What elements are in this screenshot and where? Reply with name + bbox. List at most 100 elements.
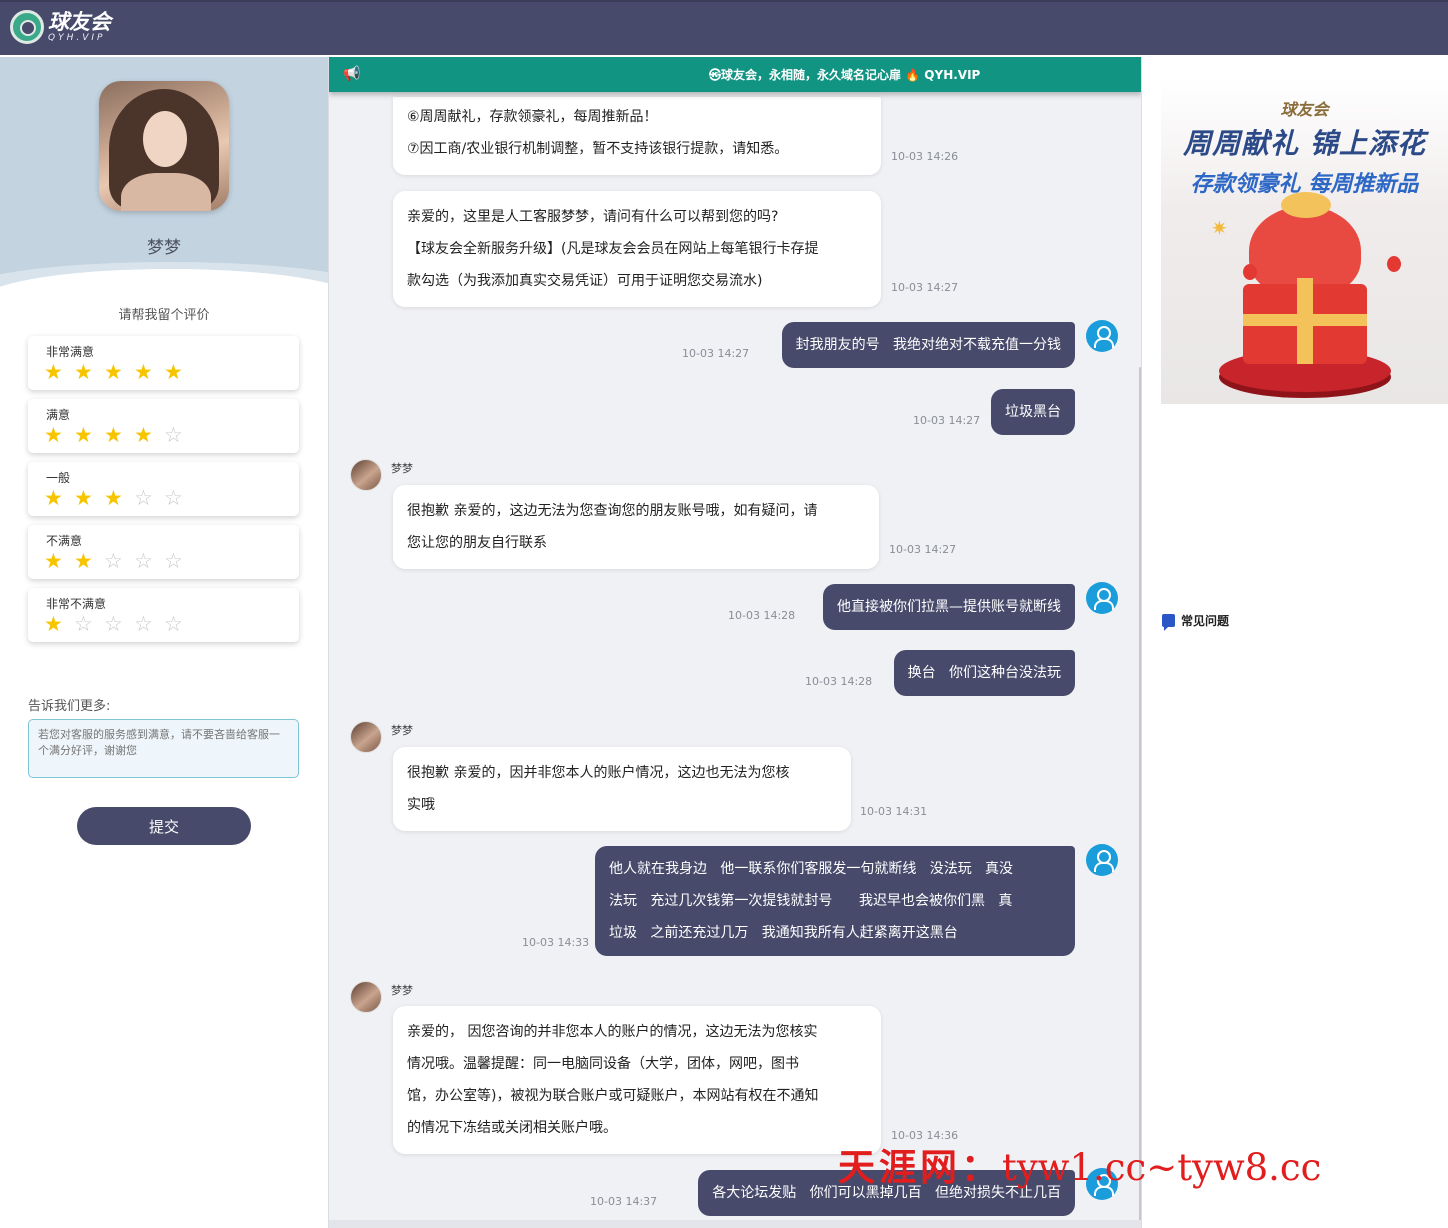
firework-icon: ✷ bbox=[1211, 216, 1228, 240]
faq-link[interactable]: 常见问题 bbox=[1162, 612, 1229, 631]
agent-name: 梦梦 bbox=[147, 238, 181, 258]
agent-message: 亲爱的， 因您咨询的并非您本人的账户的情况，这边无法为您核实 情况哦。温馨提醒：同… bbox=[393, 1006, 881, 1154]
lantern-icon bbox=[1387, 256, 1401, 272]
user-message: 他人就在我身边 他一联系你们客服发一句就断线 没法玩 真没 法玩 充过几次钱第一… bbox=[595, 846, 1075, 956]
agent-message: 亲爱的，这里是人工客服梦梦，请问有什么可以帮到您的吗? 【球友会全新服务升级】(凡… bbox=[393, 191, 881, 307]
star-filled-icon: ★ bbox=[44, 486, 63, 510]
rating-option-label: 满意 bbox=[46, 408, 71, 422]
star-row: ★ ★ ★ ★ ★ bbox=[44, 361, 194, 383]
chat-scrollbar[interactable] bbox=[1139, 367, 1141, 1227]
star-filled-icon: ★ bbox=[74, 549, 93, 573]
star-filled-icon: ★ bbox=[74, 486, 93, 510]
user-avatar-icon bbox=[1086, 582, 1118, 614]
promo-banner[interactable]: 球友会 周周献礼 锦上添花 存款领豪礼 每周推新品 ✷ bbox=[1161, 78, 1448, 404]
message-line: 很抱歉 亲爱的，因并非您本人的账户情况，这边也无法为您核 bbox=[407, 765, 790, 781]
message-line: 亲爱的， 因您咨询的并非您本人的账户的情况，这边无法为您核实 bbox=[407, 1024, 818, 1040]
rating-option[interactable]: 非常不满意 ★ ☆ ☆ ☆ ☆ bbox=[28, 588, 299, 642]
message-line: 的情况下冻结或关闭相关账户哦。 bbox=[407, 1120, 617, 1136]
message-timestamp: 10-03 14:27 bbox=[891, 281, 959, 294]
rating-option-label: 一般 bbox=[46, 471, 71, 485]
star-filled-icon: ★ bbox=[104, 486, 123, 510]
gift-bow-illustration bbox=[1281, 192, 1331, 218]
star-filled-icon: ★ bbox=[74, 423, 93, 447]
message-timestamp: 10-03 14:33 bbox=[522, 936, 590, 949]
star-row: ★ ★ ★ ☆ ☆ bbox=[44, 487, 194, 509]
top-bar: 球友会 QYH.VIP bbox=[0, 0, 1448, 55]
star-filled-icon: ★ bbox=[104, 360, 123, 384]
logo[interactable]: 球友会 QYH.VIP bbox=[10, 10, 111, 44]
submit-button[interactable]: 提交 bbox=[77, 807, 251, 845]
rating-option-label: 非常不满意 bbox=[46, 597, 107, 611]
user-avatar-icon bbox=[1086, 320, 1118, 352]
star-empty-icon: ☆ bbox=[74, 612, 93, 636]
agent-card: 梦梦 bbox=[0, 57, 328, 297]
star-filled-icon: ★ bbox=[104, 423, 123, 447]
watermark-url: tyw1.cc~tyw8.cc bbox=[1002, 1146, 1322, 1189]
megaphone-icon: 📢 bbox=[343, 66, 361, 82]
star-empty-icon: ☆ bbox=[134, 549, 153, 573]
message-timestamp: 10-03 14:27 bbox=[913, 414, 981, 427]
logo-subtitle: QYH.VIP bbox=[48, 33, 106, 43]
logo-title: 球友会 bbox=[48, 10, 111, 34]
message-line: ⑥周周献礼，存款领豪礼，每周推新品！ bbox=[407, 109, 658, 125]
message-line: ⑦因工商/农业银行机制调整，暂不支持该银行提款，请知悉。 bbox=[407, 141, 789, 157]
star-empty-icon: ☆ bbox=[134, 486, 153, 510]
message-timestamp: 10-03 14:27 bbox=[682, 347, 750, 360]
star-empty-icon: ☆ bbox=[164, 486, 183, 510]
feedback-textarea[interactable] bbox=[28, 719, 299, 778]
user-message: 换台 你们这种台没法玩 bbox=[893, 650, 1075, 696]
agent-message: 很抱歉 亲爱的，因并非您本人的账户情况，这边也无法为您核 实哦 bbox=[393, 747, 851, 831]
rating-title: 请帮我留个评价 bbox=[118, 308, 210, 323]
banner-brand: 球友会 bbox=[1280, 100, 1329, 119]
message-timestamp: 10-03 14:26 bbox=[891, 150, 959, 163]
star-empty-icon: ☆ bbox=[164, 612, 183, 636]
rating-option[interactable]: 非常满意 ★ ★ ★ ★ ★ bbox=[28, 336, 299, 390]
message-line: 情况哦。温馨提醒：同一电脑同设备（大学，团体，网吧，图书 bbox=[407, 1056, 799, 1072]
chat-horizontal-scrollbar[interactable] bbox=[329, 1220, 1141, 1228]
star-filled-icon: ★ bbox=[164, 360, 183, 384]
message-timestamp: 10-03 14:31 bbox=[860, 805, 928, 818]
agent-avatar-small bbox=[350, 981, 382, 1013]
message-timestamp: 10-03 14:28 bbox=[805, 675, 873, 688]
star-filled-icon: ★ bbox=[44, 360, 63, 384]
chat-panel: 📢 ㉿球友会，永相随，永久域名记心扉 🔥 QYH.VIP ⑥周周献礼，存款领豪礼… bbox=[328, 57, 1142, 1228]
star-row: ★ ★ ☆ ☆ ☆ bbox=[44, 550, 194, 572]
agent-avatar bbox=[99, 81, 229, 211]
star-empty-icon: ☆ bbox=[164, 423, 183, 447]
feedback-label: 告诉我们更多: bbox=[28, 699, 111, 714]
agent-sender-name: 梦梦 bbox=[391, 462, 413, 475]
message-timestamp: 10-03 14:28 bbox=[728, 609, 796, 622]
lantern-icon bbox=[1243, 264, 1257, 280]
agent-avatar-small bbox=[350, 459, 382, 491]
message-line: 款勾选（为我添加真实交易凭证）可用于证明您交易流水) bbox=[407, 273, 763, 289]
watermark-cn: 天涯网： bbox=[838, 1145, 1002, 1189]
message-line: 您让您的朋友自行联系 bbox=[407, 535, 547, 551]
rating-option[interactable]: 满意 ★ ★ ★ ★ ☆ bbox=[28, 399, 299, 453]
user-message: 垃圾黑台 bbox=[991, 389, 1075, 435]
star-filled-icon: ★ bbox=[44, 549, 63, 573]
logo-icon bbox=[10, 10, 44, 44]
message-timestamp: 10-03 14:27 bbox=[889, 543, 957, 556]
agent-sender-name: 梦梦 bbox=[391, 724, 413, 737]
watermark: 天涯网：tyw1.cc~tyw8.cc bbox=[838, 1137, 1321, 1191]
rating-option[interactable]: 一般 ★ ★ ★ ☆ ☆ bbox=[28, 462, 299, 516]
star-row: ★ ☆ ☆ ☆ ☆ bbox=[44, 613, 194, 635]
message-line: 【球友会全新服务升级】(凡是球友会会员在网站上每笔银行卡存提 bbox=[407, 241, 819, 257]
agent-message: ⑥周周献礼，存款领豪礼，每周推新品！ ⑦因工商/农业银行机制调整，暂不支持该银行提… bbox=[393, 97, 881, 175]
message-line: 很抱歉 亲爱的，这边无法为您查询您的朋友账号哦，如有疑问，请 bbox=[407, 503, 818, 519]
rating-option[interactable]: 不满意 ★ ★ ☆ ☆ ☆ bbox=[28, 525, 299, 579]
notice-bar: 📢 ㉿球友会，永相随，永久域名记心扉 🔥 QYH.VIP bbox=[329, 57, 1141, 92]
rating-option-label: 非常满意 bbox=[46, 345, 95, 359]
star-filled-icon: ★ bbox=[74, 360, 93, 384]
star-filled-icon: ★ bbox=[134, 360, 153, 384]
user-message: 封我朋友的号 我绝对绝对不载充值一分钱 bbox=[781, 322, 1075, 368]
agent-sender-name: 梦梦 bbox=[391, 984, 413, 997]
message-timestamp: 10-03 14:37 bbox=[590, 1195, 658, 1208]
message-line: 实哦 bbox=[407, 797, 435, 813]
star-empty-icon: ☆ bbox=[134, 612, 153, 636]
chat-bubble-icon bbox=[1162, 614, 1175, 631]
agent-message: 很抱歉 亲爱的，这边无法为您查询您的朋友账号哦，如有疑问，请 您让您的朋友自行联系 bbox=[393, 485, 879, 569]
banner-headline: 周周献礼 锦上添花 bbox=[1183, 127, 1426, 160]
left-panel: 梦梦 请帮我留个评价 非常满意 ★ ★ ★ ★ ★ 满意 ★ ★ ★ ★ ☆ 一般 ★ ★ ★ ☆ ☆ 不满意 ★ ★ ☆… bbox=[0, 57, 328, 1228]
star-filled-icon: ★ bbox=[134, 423, 153, 447]
